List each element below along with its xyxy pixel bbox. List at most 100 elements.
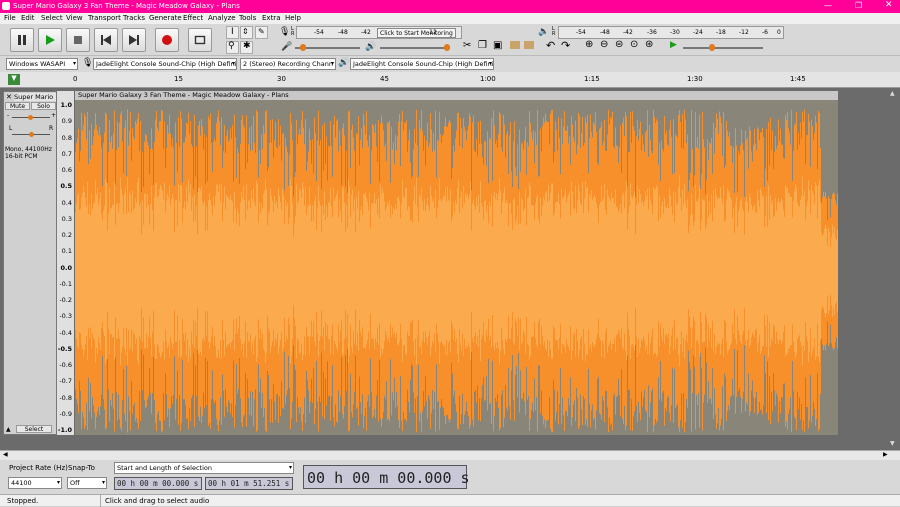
status-divider bbox=[100, 495, 101, 507]
menu-view[interactable]: View bbox=[66, 14, 83, 22]
recording-channels-select[interactable]: 2 (Stereo) Recording Chann ▾ bbox=[240, 58, 336, 70]
menu-generate[interactable]: Generate bbox=[149, 14, 182, 22]
zoom-toggle-icon[interactable]: ⊛ bbox=[645, 39, 653, 50]
timeline-options-icon[interactable]: ▼ bbox=[8, 74, 20, 85]
skip-start-button[interactable] bbox=[94, 28, 118, 52]
menu-edit[interactable]: Edit bbox=[21, 14, 35, 22]
track-close-icon[interactable]: ✕ bbox=[6, 93, 12, 101]
menu-bar: File Edit Select View Transport Tracks G… bbox=[0, 13, 900, 24]
menu-extra[interactable]: Extra bbox=[262, 14, 280, 22]
pause-button[interactable] bbox=[10, 28, 34, 52]
collapse-icon[interactable]: ▲ bbox=[6, 426, 11, 433]
paste-icon[interactable]: ▣ bbox=[493, 40, 502, 51]
snap-to-label: Snap-To bbox=[68, 464, 95, 472]
multi-tool-icon[interactable]: ✱ bbox=[240, 41, 253, 54]
playback-meter[interactable]: -54 -48 -42 -36 -30 -24 -18 -12 -6 0 bbox=[558, 26, 784, 39]
draw-tool-icon[interactable]: ✎ bbox=[255, 26, 268, 39]
status-hint: Click and drag to select audio bbox=[105, 497, 210, 505]
fit-project-icon[interactable]: ⊙ bbox=[630, 39, 638, 50]
menu-help[interactable]: Help bbox=[285, 14, 301, 22]
zoom-tool-icon[interactable]: ⚲ bbox=[226, 41, 239, 54]
pause-icon bbox=[18, 35, 26, 45]
selection-mode-select[interactable]: Start and Length of Selection ▾ bbox=[114, 462, 294, 474]
scroll-left-icon[interactable]: ◀ bbox=[3, 451, 8, 458]
vertical-scale[interactable]: 1.0 0.9 0.8 0.7 0.6 0.5 0.4 0.3 0.2 0.1 0.0 -0.1 -0.… bbox=[57, 91, 74, 435]
device-toolbar: Windows WASAPI ▾ 🎙 JadeElight Console Sou… bbox=[0, 56, 900, 72]
waveform-clip[interactable] bbox=[75, 91, 838, 435]
status-state: Stopped. bbox=[7, 497, 39, 505]
fit-selection-icon[interactable]: ⊜ bbox=[615, 39, 623, 50]
start-monitoring-hint[interactable]: Click to Start Monitoring bbox=[377, 28, 456, 38]
audio-host-select[interactable]: Windows WASAPI ▾ bbox=[6, 58, 78, 70]
audio-position-display[interactable]: 00 h 00 m 00.000 s bbox=[303, 465, 470, 489]
scale-label: -0.7 bbox=[59, 377, 72, 386]
playback-volume-slider[interactable] bbox=[380, 44, 450, 51]
scale-label: -0.5 bbox=[57, 344, 72, 353]
app-icon bbox=[2, 2, 10, 10]
menu-select[interactable]: Select bbox=[41, 14, 63, 22]
undo-icon[interactable]: ↶ bbox=[546, 39, 555, 52]
scale-label: -0.1 bbox=[59, 279, 72, 288]
playback-volume-icon: 🔊 bbox=[365, 42, 377, 52]
envelope-tool-icon[interactable]: ⇕ bbox=[240, 26, 253, 39]
loop-button[interactable] bbox=[188, 28, 212, 52]
play-speed-slider[interactable] bbox=[683, 44, 763, 51]
project-rate-label: Project Rate (Hz) bbox=[9, 464, 68, 472]
restore-icon[interactable]: ❐ bbox=[855, 1, 862, 10]
skip-start-icon bbox=[101, 35, 111, 45]
selection-length-field[interactable]: 00 h 01 m 51.251 s bbox=[205, 477, 293, 490]
close-icon[interactable]: ✕ bbox=[885, 0, 893, 10]
record-volume-slider[interactable] bbox=[295, 44, 360, 51]
scroll-down-icon[interactable]: ▼ bbox=[890, 440, 895, 447]
menu-tools[interactable]: Tools bbox=[239, 14, 256, 22]
scale-label: -0.4 bbox=[59, 328, 72, 337]
recording-device-select[interactable]: JadeElight Console Sound-Chip (High Defi… bbox=[93, 58, 237, 70]
record-button[interactable] bbox=[155, 28, 179, 52]
clip-title[interactable]: Super Mario Galaxy 3 Fan Theme - Magic M… bbox=[75, 91, 838, 100]
scale-label: -0.8 bbox=[59, 393, 72, 402]
scroll-up-icon[interactable]: ▲ bbox=[890, 90, 895, 97]
zoom-in-icon[interactable]: ⊕ bbox=[585, 39, 593, 50]
record-meter-lr: LR bbox=[291, 26, 295, 37]
menu-tracks[interactable]: Tracks bbox=[123, 14, 145, 22]
snap-to-select[interactable]: Off ▾ bbox=[67, 477, 107, 489]
scroll-right-icon[interactable]: ▶ bbox=[883, 451, 888, 458]
ruler-tick: 1:15 bbox=[584, 75, 600, 83]
pan-slider[interactable] bbox=[12, 132, 50, 137]
gain-slider[interactable] bbox=[12, 115, 50, 120]
track-name-menu[interactable]: Super Mario ▾ bbox=[14, 93, 56, 109]
selection-start-field[interactable]: 00 h 00 m 00.000 s bbox=[114, 477, 202, 490]
track-bitdepth: 16-bit PCM bbox=[5, 153, 38, 160]
track-format: Mono, 44100Hz bbox=[5, 146, 52, 153]
menu-file[interactable]: File bbox=[4, 14, 16, 22]
record-icon bbox=[162, 35, 172, 45]
play-button[interactable] bbox=[38, 28, 62, 52]
selection-tool-icon[interactable]: I bbox=[226, 26, 239, 39]
horizontal-scrollbar[interactable]: ◀ ▶ bbox=[0, 450, 900, 460]
stop-button[interactable] bbox=[66, 28, 90, 52]
timeline-ruler[interactable]: ▼ 0 15 30 45 1:00 1:15 1:30 1:45 bbox=[0, 72, 900, 88]
menu-transport[interactable]: Transport bbox=[88, 14, 121, 22]
menu-analyze[interactable]: Analyze bbox=[208, 14, 236, 22]
skip-end-button[interactable] bbox=[122, 28, 146, 52]
trim-icon[interactable] bbox=[510, 41, 520, 49]
cut-icon[interactable]: ✂ bbox=[463, 40, 471, 51]
speaker-icon[interactable]: 🔈 bbox=[538, 27, 549, 37]
ruler-tick: 0 bbox=[73, 75, 78, 83]
playback-device-select[interactable]: JadeElight Console Sound-Chip (High Defi… bbox=[350, 58, 494, 70]
zoom-out-icon[interactable]: ⊖ bbox=[600, 39, 608, 50]
mute-button[interactable]: Mute bbox=[5, 102, 30, 110]
waveform bbox=[75, 100, 838, 435]
play-at-speed-icon[interactable]: ▶ bbox=[670, 40, 677, 50]
menu-effect[interactable]: Effect bbox=[183, 14, 203, 22]
minimize-icon[interactable]: — bbox=[824, 1, 832, 10]
copy-icon[interactable]: ❐ bbox=[478, 40, 487, 51]
stop-icon bbox=[74, 36, 82, 44]
track-select-button[interactable]: Select bbox=[16, 425, 52, 433]
microphone-icon[interactable]: 🎙 bbox=[279, 27, 290, 37]
redo-icon[interactable]: ↷ bbox=[561, 39, 570, 52]
project-rate-select[interactable]: 44100 ▾ bbox=[8, 477, 62, 489]
record-meter[interactable]: -54 -48 -42 0 Click to Start Monitoring … bbox=[296, 26, 462, 39]
silence-icon[interactable] bbox=[524, 41, 534, 49]
solo-button[interactable]: Solo bbox=[31, 102, 56, 110]
